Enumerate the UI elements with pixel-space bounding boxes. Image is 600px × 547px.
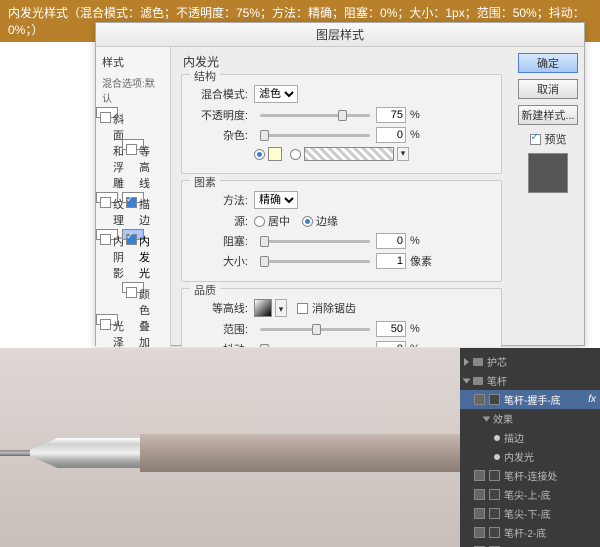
layer-row-5[interactable]: 内发光 (460, 447, 600, 466)
method-select[interactable]: 精确 (254, 191, 298, 209)
mask-thumb-icon (489, 527, 500, 538)
size-slider[interactable] (260, 260, 370, 263)
dialog-title: 图层样式 (96, 23, 584, 47)
lower-panel: 护芯笔杆笔杆-握手-底fx效果描边内发光笔杆-连接处笔尖-上-底笔尖-下-底笔杆… (0, 348, 600, 547)
choke-input[interactable] (376, 233, 406, 249)
style-item-5[interactable]: 内发光 (122, 229, 144, 240)
layers-panel: 护芯笔杆笔杆-握手-底fx效果描边内发光笔杆-连接处笔尖-上-底笔尖-下-底笔杆… (460, 348, 600, 547)
source-edge-radio[interactable] (302, 216, 313, 227)
panel-title: 内发光 (183, 53, 502, 70)
contour-label: 等高线: (190, 300, 248, 316)
style-item-0[interactable]: 斜面和浮雕 (96, 107, 118, 118)
elements-group: 图素 方法: 精确 源: 居中 边缘 阻塞: % 大小: 像素 (181, 180, 502, 282)
choke-slider[interactable] (260, 240, 370, 243)
group-label: 品质 (190, 282, 220, 298)
jitter-label: 抖动: (190, 341, 248, 347)
layer-thumb-icon (474, 489, 485, 500)
range-input[interactable] (376, 321, 406, 337)
preview-checkbox[interactable] (530, 134, 541, 145)
quality-group: 品质 等高线: ▾ 消除锯齿 范围: % 抖动: % (181, 288, 502, 347)
style-item-2[interactable]: 纹理 (96, 192, 118, 203)
noise-slider[interactable] (260, 134, 370, 137)
style-item-4[interactable]: 内阴影 (96, 229, 118, 240)
style-item-6[interactable]: 光泽 (96, 314, 118, 325)
blend-mode-select[interactable]: 滤色 (254, 85, 298, 103)
noise-input[interactable] (376, 127, 406, 143)
layer-thumb-icon (474, 470, 485, 481)
new-style-button[interactable]: 新建样式... (518, 105, 578, 125)
gradient-swatch[interactable] (304, 147, 394, 161)
mask-thumb-icon (489, 489, 500, 500)
layer-thumb-icon (474, 527, 485, 538)
layer-row-10[interactable]: 笔杆-3-底 (460, 542, 600, 547)
layer-row-6[interactable]: 笔杆-连接处 (460, 466, 600, 485)
color-radio[interactable] (254, 149, 265, 160)
layer-row-1[interactable]: 笔杆 (460, 371, 600, 390)
source-label: 源: (190, 213, 248, 229)
layer-style-dialog: 图层样式 样式 混合选项:默认 斜面和浮雕等高线纹理描边内阴影内发光光泽颜色叠加… (95, 22, 585, 346)
mask-thumb-icon (489, 470, 500, 481)
folder-icon (473, 358, 483, 366)
layer-row-8[interactable]: 笔尖-下-底 (460, 504, 600, 523)
pencil-illustration (0, 428, 460, 478)
folder-icon (473, 377, 483, 385)
contour-dropdown[interactable]: ▾ (275, 299, 287, 317)
disclosure-icon[interactable] (464, 358, 469, 366)
blend-options-default[interactable]: 混合选项:默认 (96, 73, 170, 107)
opacity-input[interactable] (376, 107, 406, 123)
choke-label: 阻塞: (190, 233, 248, 249)
layer-row-2[interactable]: 笔杆-握手-底fx (460, 390, 600, 409)
ok-button[interactable]: 确定 (518, 53, 578, 73)
structure-group: 结构 混合模式: 滤色 不透明度: % 杂色: % (181, 74, 502, 174)
mask-thumb-icon (489, 508, 500, 519)
size-input[interactable] (376, 253, 406, 269)
style-list: 样式 混合选项:默认 斜面和浮雕等高线纹理描边内阴影内发光光泽颜色叠加渐变叠加图… (96, 47, 171, 347)
group-label: 结构 (190, 68, 220, 84)
source-center-radio[interactable] (254, 216, 265, 227)
style-item-3[interactable]: 描边 (122, 192, 144, 203)
disclosure-icon[interactable] (463, 378, 471, 383)
contour-picker[interactable] (254, 299, 272, 317)
opacity-label: 不透明度: (190, 107, 248, 123)
preview-swatch (528, 153, 568, 193)
layer-row-3[interactable]: 效果 (460, 409, 600, 428)
antialias-checkbox[interactable] (297, 303, 308, 314)
size-label: 大小: (190, 253, 248, 269)
fx-dot-icon (494, 435, 500, 441)
style-item-7[interactable]: 颜色叠加 (122, 282, 144, 293)
layer-row-0[interactable]: 护芯 (460, 352, 600, 371)
color-swatch[interactable] (268, 147, 282, 161)
layer-thumb-icon (474, 508, 485, 519)
pct-label: % (410, 109, 420, 121)
style-item-1[interactable]: 等高线 (122, 139, 144, 150)
gradient-radio[interactable] (290, 149, 301, 160)
blend-mode-label: 混合模式: (190, 86, 248, 102)
range-slider[interactable] (260, 328, 370, 331)
layer-thumb-icon (474, 394, 485, 405)
fx-dot-icon (494, 454, 500, 460)
layer-row-4[interactable]: 描边 (460, 428, 600, 447)
jitter-input[interactable] (376, 341, 406, 347)
method-label: 方法: (190, 192, 248, 208)
noise-label: 杂色: (190, 127, 248, 143)
layer-row-9[interactable]: 笔杆-2-底 (460, 523, 600, 542)
mask-thumb-icon (489, 394, 500, 405)
gradient-dropdown[interactable]: ▾ (397, 147, 409, 161)
opacity-slider[interactable] (260, 114, 370, 117)
cancel-button[interactable]: 取消 (518, 79, 578, 99)
disclosure-icon[interactable] (483, 416, 491, 421)
style-header: 样式 (96, 51, 170, 73)
group-label: 图素 (190, 174, 220, 190)
range-label: 范围: (190, 321, 248, 337)
layer-row-7[interactable]: 笔尖-上-底 (460, 485, 600, 504)
